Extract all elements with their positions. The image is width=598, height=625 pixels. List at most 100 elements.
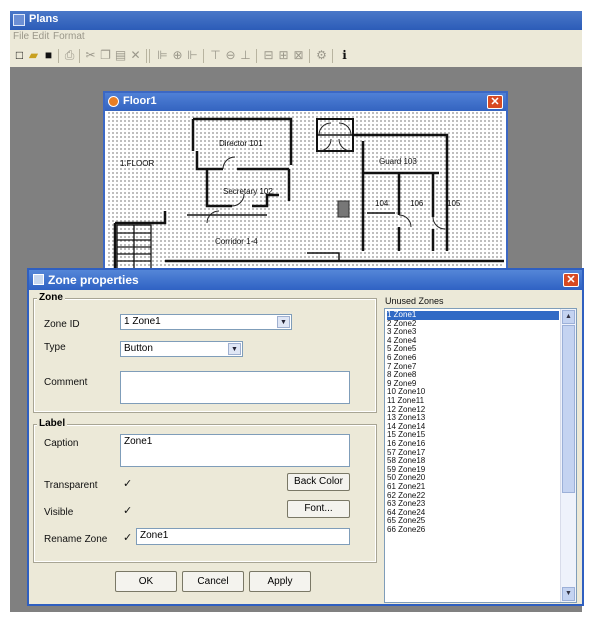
- room-label-director[interactable]: Director 101: [219, 139, 263, 148]
- align-right-icon[interactable]: ⊩: [186, 49, 199, 62]
- list-item[interactable]: 8 Zone8: [387, 371, 559, 380]
- list-item[interactable]: 3 Zone3: [387, 328, 559, 337]
- dialog-title-bar[interactable]: Zone properties ✕: [29, 270, 582, 290]
- copy-icon[interactable]: ❐: [99, 49, 112, 62]
- transparent-checkbox[interactable]: ✓: [123, 479, 134, 490]
- zone-group-title: Zone: [37, 292, 65, 303]
- visible-checkbox[interactable]: ✓: [123, 506, 134, 517]
- align-bottom-icon[interactable]: ⊥: [239, 49, 252, 62]
- cancel-button[interactable]: Cancel: [182, 571, 244, 592]
- window-icon: [108, 96, 119, 107]
- back-color-button[interactable]: Back Color: [287, 473, 350, 491]
- same-height-icon[interactable]: ⊞: [277, 49, 290, 62]
- dialog-title: Zone properties: [48, 273, 139, 287]
- list-scrollbar[interactable]: ▲ ▼: [560, 309, 576, 602]
- scroll-thumb[interactable]: [562, 325, 575, 493]
- list-item[interactable]: 58 Zone18: [387, 457, 559, 466]
- room-label-guard[interactable]: Guard 103: [379, 157, 417, 166]
- cut-icon[interactable]: ✂: [84, 49, 97, 62]
- door-swing: [398, 214, 412, 228]
- list-item[interactable]: 1 Zone1: [387, 310, 559, 320]
- paste-icon[interactable]: ▤: [114, 49, 127, 62]
- list-item[interactable]: 61 Zone21: [387, 482, 559, 492]
- wall: [252, 193, 279, 208]
- type-value: Button: [124, 343, 153, 354]
- scroll-down-icon[interactable]: ▼: [562, 587, 575, 601]
- app-title-bar[interactable]: Plans: [10, 11, 582, 30]
- room-label-secretary[interactable]: Secretary 102: [223, 187, 273, 196]
- wall: [115, 211, 167, 225]
- list-item[interactable]: 16 Zone16: [387, 439, 559, 449]
- rename-zone-checkbox[interactable]: ✓: [123, 533, 134, 544]
- menu-edit[interactable]: Edit: [32, 31, 49, 42]
- caption-field[interactable]: Zone1: [120, 434, 350, 467]
- new-file-icon[interactable]: □: [13, 49, 26, 62]
- ok-button[interactable]: OK: [115, 571, 177, 592]
- align-left-icon[interactable]: ⊫: [156, 49, 169, 62]
- list-item[interactable]: 4 Zone4: [387, 336, 559, 346]
- toolbar-separator: [332, 49, 333, 63]
- list-item[interactable]: 50 Zone20: [387, 474, 559, 483]
- room-label-106[interactable]: 106: [410, 199, 423, 208]
- open-folder-icon[interactable]: ▰: [27, 49, 40, 62]
- list-item[interactable]: 14 Zone14: [387, 422, 559, 432]
- comment-label: Comment: [44, 377, 88, 388]
- scroll-up-icon[interactable]: ▲: [562, 310, 575, 324]
- dialog-close-button[interactable]: ✕: [563, 273, 579, 287]
- menu-bar: File Edit Format: [10, 30, 582, 45]
- menu-format[interactable]: Format: [53, 31, 85, 42]
- list-item[interactable]: 66 Zone26: [387, 525, 559, 535]
- rename-zone-value: Zone1: [140, 530, 169, 541]
- align-center-icon[interactable]: ⊕: [171, 49, 184, 62]
- align-top-icon[interactable]: ⊤: [209, 49, 222, 62]
- comment-field[interactable]: [120, 371, 350, 404]
- door-swing: [222, 156, 236, 170]
- room-label-105[interactable]: 105: [447, 199, 460, 208]
- delete-icon[interactable]: ✕: [129, 49, 142, 62]
- room-label-corridor[interactable]: Corridor 1-4: [215, 237, 258, 246]
- column: [337, 200, 350, 218]
- list-item[interactable]: 7 Zone7: [387, 362, 559, 372]
- unused-zones-list[interactable]: 66 Zone26 65 Zone25 64 Zone24 63 Zone23 62 Z…: [384, 308, 577, 603]
- list-item[interactable]: 62 Zone22: [387, 491, 559, 501]
- settings-icon[interactable]: ⚙: [315, 49, 328, 62]
- list-item[interactable]: 64 Zone24: [387, 508, 559, 518]
- list-item[interactable]: 6 Zone6: [387, 353, 559, 363]
- list-item[interactable]: 57 Zone17: [387, 448, 559, 458]
- toolbar-separator: [58, 49, 59, 63]
- floor-window-title-bar[interactable]: Floor1 ✕: [105, 93, 506, 111]
- list-item[interactable]: 63 Zone23: [387, 500, 559, 509]
- visible-label: Visible: [44, 507, 74, 518]
- list-item[interactable]: 13 Zone13: [387, 414, 559, 423]
- save-icon[interactable]: ■: [42, 49, 55, 62]
- apply-button[interactable]: Apply: [249, 571, 311, 592]
- list-item[interactable]: 2 Zone2: [387, 319, 559, 329]
- list-item[interactable]: 9 Zone9: [387, 379, 559, 389]
- list-item[interactable]: 5 Zone5: [387, 345, 559, 354]
- list-item[interactable]: 65 Zone25: [387, 517, 559, 526]
- same-width-icon[interactable]: ⊟: [262, 49, 275, 62]
- font-button[interactable]: Font...: [287, 500, 350, 518]
- zone-id-combo[interactable]: 1 Zone1 ▼: [120, 314, 292, 330]
- floor-label: 1.FLOOR: [120, 159, 155, 168]
- chevron-down-icon[interactable]: ▼: [228, 343, 241, 355]
- toolbar: □ ▰ ■ ⎙ ✂ ❐ ▤ ✕ ⊫ ⊕ ⊩ ⊤ ⊖ ⊥ ⊟ ⊞ ⊠ ⚙ ℹ: [10, 45, 582, 68]
- print-icon[interactable]: ⎙: [63, 49, 76, 62]
- list-item[interactable]: 15 Zone15: [387, 431, 559, 440]
- align-middle-icon[interactable]: ⊖: [224, 49, 237, 62]
- info-icon[interactable]: ℹ: [338, 49, 351, 62]
- chevron-down-icon[interactable]: ▼: [277, 316, 290, 328]
- door-swing: [432, 216, 446, 230]
- list-item[interactable]: 11 Zone11: [387, 396, 559, 406]
- door-swing: [318, 122, 352, 136]
- menu-file[interactable]: File: [13, 31, 29, 42]
- type-combo[interactable]: Button ▼: [120, 341, 243, 357]
- floor-close-button[interactable]: ✕: [487, 95, 503, 109]
- same-size-icon[interactable]: ⊠: [292, 49, 305, 62]
- floor-plan-canvas[interactable]: 1.FLOOR Director 101 Guard 103 Secretary…: [107, 111, 504, 271]
- list-item[interactable]: 12 Zone12: [387, 405, 559, 415]
- list-item[interactable]: 59 Zone19: [387, 465, 559, 475]
- room-label-104[interactable]: 104: [375, 199, 388, 208]
- rename-zone-field[interactable]: Zone1: [136, 528, 350, 545]
- list-item[interactable]: 10 Zone10: [387, 388, 559, 397]
